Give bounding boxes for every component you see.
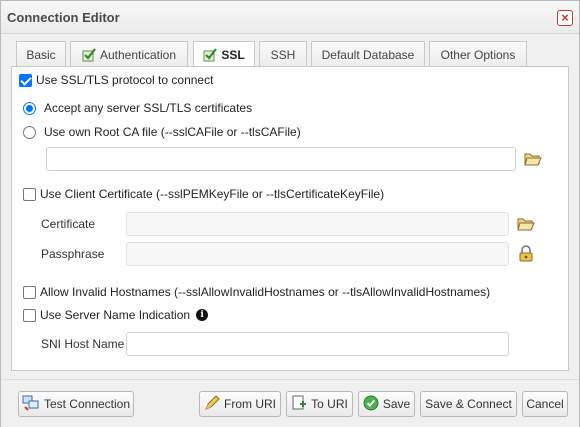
sni-checkbox[interactable] [23,308,36,322]
accept-any-cert-option[interactable]: Accept any server SSL/TLS certificates [23,100,252,116]
test-connection-icon [22,395,44,414]
passphrase-input[interactable] [126,242,509,266]
client-cert-label: Use Client Certificate (--sslPEMKeyFile … [40,187,385,201]
title-bar[interactable]: Connection Editor × [1,1,579,34]
lock-icon[interactable] [517,245,535,263]
test-connection-label: Test Connection [43,397,131,411]
own-ca-label: Use own Root CA file (--sslCAFile or --t… [44,125,301,139]
accept-any-cert-radio[interactable] [23,101,36,115]
invalid-hostnames-label: Allow Invalid Hostnames (--sslAllowInval… [40,285,491,299]
sni-label: Use Server Name Indication [40,308,191,322]
tab-ssl[interactable]: SSL [193,41,255,68]
passphrase-label: Passphrase [41,247,105,261]
test-connection-button[interactable]: Test Connection [18,391,134,417]
client-cert-option[interactable]: Use Client Certificate (--sslPEMKeyFile … [23,186,384,202]
certificate-label: Certificate [41,217,96,231]
to-uri-button[interactable]: To URI [286,391,353,417]
accept-any-cert-label: Accept any server SSL/TLS certificates [44,101,253,115]
checkmark-icon [203,48,218,65]
tab-default-database-label: Default Database [321,48,415,62]
tab-ssh-label: SSH [270,48,296,62]
tab-authentication-label: Authentication [99,48,177,62]
own-ca-radio[interactable] [23,125,36,139]
close-icon: × [561,10,569,25]
folder-open-icon[interactable] [517,215,535,233]
use-ssl-checkbox[interactable] [19,73,32,87]
sni-host-input[interactable] [126,332,509,356]
connection-editor-dialog: Connection Editor × Basic Authentication… [0,0,580,427]
save-button[interactable]: Save [358,391,415,417]
close-button[interactable]: × [557,10,573,26]
check-circle-icon [363,395,383,414]
tab-bar: Basic Authentication SSL SSH Default Dat… [11,41,569,68]
ca-file-input[interactable] [46,147,516,171]
use-ssl-option[interactable]: Use SSL/TLS protocol to connect [19,72,213,88]
tab-other-options-label: Other Options [440,48,516,62]
info-icon[interactable]: i [196,309,209,321]
dialog-title: Connection Editor [7,10,120,25]
pencil-icon [204,394,224,414]
sni-option[interactable]: Use Server Name Indication i [23,307,209,323]
certificate-input[interactable] [126,212,509,236]
export-icon [291,395,311,414]
invalid-hostnames-checkbox[interactable] [23,285,36,299]
use-ssl-label: Use SSL/TLS protocol to connect [36,73,214,87]
save-label: Save [382,397,411,411]
checkmark-icon [82,48,96,65]
cancel-button[interactable]: Cancel [522,391,568,417]
cancel-label: Cancel [526,397,564,411]
tab-ssl-label: SSL [221,48,245,62]
tab-other-options[interactable]: Other Options [429,41,527,67]
client-cert-checkbox[interactable] [23,187,36,201]
tab-ssh[interactable]: SSH [259,41,307,67]
tab-authentication[interactable]: Authentication [70,41,188,67]
to-uri-label: To URI [311,397,348,411]
dialog-footer: Test Connection From URI To URI Save Sav… [1,379,579,427]
from-uri-button[interactable]: From URI [199,391,281,417]
sni-host-label: SNI Host Name [41,337,125,351]
tab-basic-label: Basic [26,48,56,62]
save-and-connect-label: Save & Connect [425,397,512,411]
tab-default-database[interactable]: Default Database [311,41,425,67]
invalid-hostnames-option[interactable]: Allow Invalid Hostnames (--sslAllowInval… [23,284,490,300]
from-uri-label: From URI [224,397,276,411]
save-and-connect-button[interactable]: Save & Connect [420,391,517,417]
own-ca-option[interactable]: Use own Root CA file (--sslCAFile or --t… [23,124,301,140]
folder-open-icon[interactable] [524,150,542,168]
tab-basic[interactable]: Basic [16,41,66,67]
